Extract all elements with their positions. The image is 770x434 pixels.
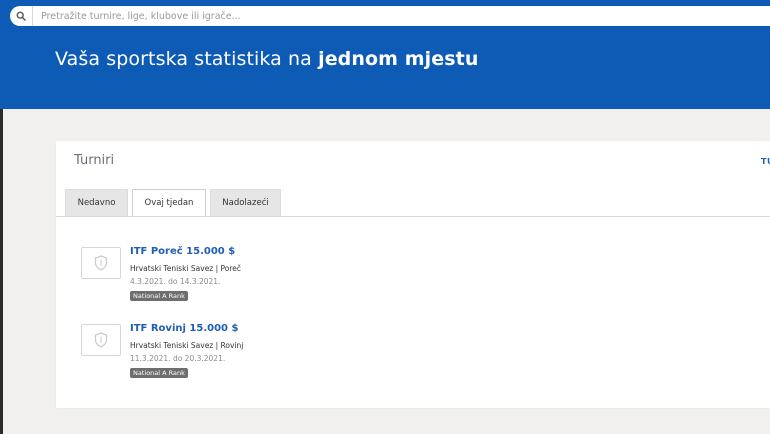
section-title: Turniri xyxy=(74,153,115,168)
hero-title-bold: jednom mjestu xyxy=(318,48,479,70)
tab-ovaj-tjedan[interactable]: Ovaj tjedan xyxy=(132,189,206,217)
hero-title-regular: Vaša sportska statistika na xyxy=(55,48,319,70)
all-tournaments-link[interactable]: TU xyxy=(761,157,770,166)
tournament-dates: 4.3.2021. do 14.3.2021. xyxy=(130,277,221,286)
search-icon[interactable] xyxy=(10,6,33,26)
tournament-name-link[interactable]: ITF Poreč 15.000 $ xyxy=(130,246,235,257)
tab-nadolazeci[interactable]: Nadolazeći xyxy=(210,189,281,216)
shield-icon xyxy=(94,255,108,271)
shield-icon xyxy=(94,332,108,348)
rank-badge: National A Rank xyxy=(130,368,188,378)
search-bar[interactable] xyxy=(10,6,770,26)
tabs-divider xyxy=(56,216,770,217)
tournament-organizer: Hrvatski Teniski Savez | Poreč xyxy=(130,264,242,273)
tournaments-card: Turniri TU Nedavno Ovaj tjedan Nadolazeć… xyxy=(56,141,770,408)
tournament-organizer: Hrvatski Teniski Savez | Rovinj xyxy=(130,341,244,350)
header-banner: Vaša sportska statistika na jednom mjest… xyxy=(0,0,770,109)
tabs: Nedavno Ovaj tjedan Nadolazeći xyxy=(65,189,285,217)
search-input[interactable] xyxy=(33,9,643,23)
tournament-logo[interactable] xyxy=(81,324,121,356)
window-edge xyxy=(0,66,3,434)
tournament-name-link[interactable]: ITF Rovinj 15.000 $ xyxy=(130,323,238,334)
tournament-logo[interactable] xyxy=(81,247,121,279)
tournament-dates: 11.3.2021. do 20.3.2021. xyxy=(130,354,226,363)
tab-nedavno[interactable]: Nedavno xyxy=(65,189,128,216)
rank-badge: National A Rank xyxy=(130,291,188,301)
hero-title: Vaša sportska statistika na jednom mjest… xyxy=(55,48,479,70)
